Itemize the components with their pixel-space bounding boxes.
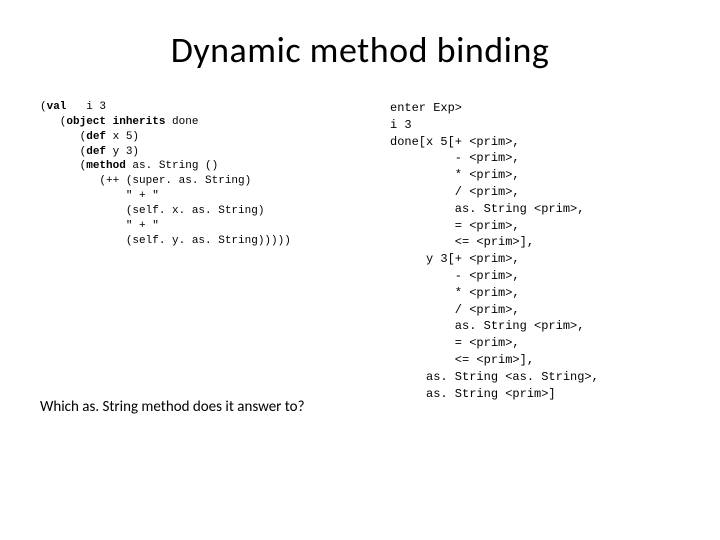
code-keyword: method: [86, 160, 126, 172]
code-text: " + ": [40, 220, 159, 232]
code-keyword: def: [86, 131, 106, 143]
slide: Dynamic method binding (val i 3 (object …: [0, 0, 720, 540]
code-text: i 3: [66, 101, 106, 113]
code-text: done: [165, 116, 198, 128]
page-title: Dynamic method binding: [40, 28, 680, 72]
output-block: enter Exp> i 3 done[x 5[+ <prim>, - <pri…: [390, 100, 680, 402]
code-keyword: object inherits: [66, 116, 165, 128]
code-text: as. String (): [126, 160, 218, 172]
code-text: (++ (super. as. String): [40, 175, 251, 187]
code-block: (val i 3 (object inherits done (def x 5)…: [40, 100, 360, 248]
question-text: Which as. String method does it answer t…: [40, 398, 360, 416]
code-text: (: [40, 116, 66, 128]
code-text: " + ": [40, 190, 159, 202]
code-text: (self. x. as. String): [40, 205, 264, 217]
code-keyword: val: [47, 101, 67, 113]
code-text: (self. y. as. String))))): [40, 235, 291, 247]
code-text: (: [40, 146, 86, 158]
code-text: (: [40, 131, 86, 143]
code-keyword: def: [86, 146, 106, 158]
code-text: x 5): [106, 131, 139, 143]
right-column: enter Exp> i 3 done[x 5[+ <prim>, - <pri…: [390, 100, 680, 416]
code-text: y 3): [106, 146, 139, 158]
left-column: (val i 3 (object inherits done (def x 5)…: [40, 100, 360, 416]
content-columns: (val i 3 (object inherits done (def x 5)…: [40, 100, 680, 416]
code-text: (: [40, 160, 86, 172]
code-text: (: [40, 101, 47, 113]
